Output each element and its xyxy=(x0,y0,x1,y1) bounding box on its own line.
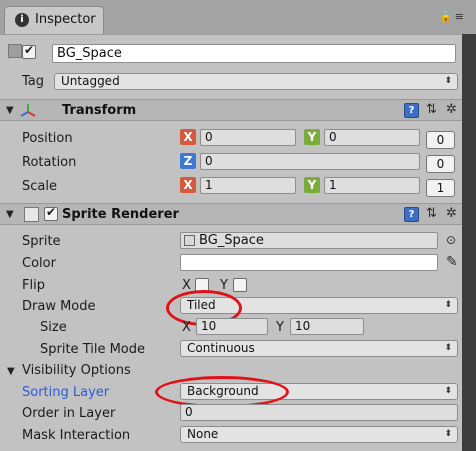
color-label: Color xyxy=(22,256,56,271)
scrollbar[interactable] xyxy=(462,34,476,451)
position-label: Position xyxy=(22,131,73,146)
gameobject-icon xyxy=(8,44,22,58)
scale-y-field[interactable]: 1 xyxy=(324,177,420,194)
eyedropper-icon[interactable]: ✎ xyxy=(446,254,458,270)
gear-icon[interactable]: ✲ xyxy=(446,102,457,117)
mask-interaction-value: None xyxy=(187,427,219,441)
scale-z-field[interactable]: 1 xyxy=(426,179,455,197)
tag-dropdown[interactable]: Untagged ⬍ xyxy=(54,73,458,90)
order-in-layer-label: Order in Layer xyxy=(22,406,116,421)
sprite-tile-mode-value: Continuous xyxy=(187,341,255,355)
flip-x-checkbox[interactable] xyxy=(195,278,209,292)
rotation-extra-field[interactable]: 0 xyxy=(426,155,455,173)
sprite-renderer-title: Sprite Renderer xyxy=(62,207,179,222)
size-x-field[interactable]: 10 xyxy=(196,318,268,335)
size-y-label: Y xyxy=(276,320,284,335)
sorting-layer-label: Sorting Layer xyxy=(22,385,110,400)
scale-x-axis-label: X xyxy=(180,177,196,193)
scale-x-field[interactable]: 1 xyxy=(200,177,296,194)
sprite-renderer-enabled-checkbox[interactable] xyxy=(44,205,58,221)
dropdown-arrow-icon: ⬍ xyxy=(444,429,452,439)
sprite-renderer-icon xyxy=(24,207,39,222)
gear-icon[interactable]: ✲ xyxy=(446,206,457,221)
sorting-layer-dropdown[interactable]: Background ⬍ xyxy=(180,383,458,400)
sprite-asset-icon xyxy=(184,235,195,246)
mask-interaction-dropdown[interactable]: None ⬍ xyxy=(180,426,458,443)
tab-inspector[interactable]: i Inspector xyxy=(4,6,104,34)
preset-icon[interactable]: ⇅ xyxy=(426,206,437,221)
dropdown-arrow-icon: ⬍ xyxy=(444,300,452,310)
visibility-foldout-arrow-icon[interactable]: ▼ xyxy=(7,366,15,377)
mask-interaction-label: Mask Interaction xyxy=(22,428,131,443)
size-y-field[interactable]: 10 xyxy=(290,318,364,335)
info-icon: i xyxy=(15,13,29,27)
position-x-field[interactable]: 0 xyxy=(200,129,296,146)
position-z-field[interactable]: 0 xyxy=(426,131,455,149)
gameobject-name-field[interactable]: BG_Space xyxy=(52,44,456,63)
rotation-label: Rotation xyxy=(22,155,77,170)
order-in-layer-field[interactable]: 0 xyxy=(180,404,458,421)
draw-mode-label: Draw Mode xyxy=(22,299,96,314)
scale-label: Scale xyxy=(22,179,57,194)
sprite-tile-mode-label: Sprite Tile Mode xyxy=(40,342,146,357)
sprite-object-field[interactable]: BG_Space xyxy=(180,232,438,249)
flip-label: Flip xyxy=(22,278,45,293)
gameobject-active-checkbox[interactable] xyxy=(22,43,36,59)
help-icon[interactable]: ? xyxy=(404,103,419,118)
sprite-label: Sprite xyxy=(22,234,61,249)
transform-icon xyxy=(20,104,36,117)
transform-title: Transform xyxy=(62,103,137,118)
dropdown-arrow-icon: ⬍ xyxy=(444,386,452,396)
transform-header[interactable]: ▼ Transform ? ⇅ ✲ xyxy=(0,99,462,121)
dropdown-arrow-icon: ⬍ xyxy=(444,76,452,86)
tab-title: Inspector xyxy=(35,12,96,27)
rotation-z-field[interactable]: 0 xyxy=(200,153,420,170)
tab-bar: i Inspector 🔒≡ xyxy=(0,0,476,34)
sprite-value: BG_Space xyxy=(199,233,264,248)
scale-y-axis-label: Y xyxy=(304,177,320,193)
position-x-axis-label: X xyxy=(180,129,196,145)
dropdown-arrow-icon: ⬍ xyxy=(444,343,452,353)
flip-y-label: Y xyxy=(220,278,228,293)
draw-mode-dropdown[interactable]: Tiled ⬍ xyxy=(180,297,458,314)
flip-x-label: X xyxy=(182,278,191,293)
size-x-label: X xyxy=(182,320,191,335)
position-y-field[interactable]: 0 xyxy=(324,129,420,146)
foldout-arrow-icon[interactable]: ▼ xyxy=(6,105,14,116)
sprite-renderer-header[interactable]: ▼ Sprite Renderer ? ⇅ ✲ xyxy=(0,203,462,225)
color-field[interactable] xyxy=(180,254,438,271)
help-icon[interactable]: ? xyxy=(404,207,419,222)
tag-value: Untagged xyxy=(61,74,120,88)
position-y-axis-label: Y xyxy=(304,129,320,145)
flip-y-checkbox[interactable] xyxy=(233,278,247,292)
sorting-layer-value: Background xyxy=(187,384,259,398)
object-picker-icon[interactable]: ⊙ xyxy=(446,233,456,247)
rotation-z-axis-label: Z xyxy=(180,153,196,169)
visibility-options-label[interactable]: Visibility Options xyxy=(22,363,131,378)
sprite-tile-mode-dropdown[interactable]: Continuous ⬍ xyxy=(180,340,458,357)
preset-icon[interactable]: ⇅ xyxy=(426,102,437,117)
draw-mode-value: Tiled xyxy=(187,298,216,312)
foldout-arrow-icon[interactable]: ▼ xyxy=(6,209,14,220)
size-label: Size xyxy=(40,320,67,335)
tag-label: Tag xyxy=(22,74,45,89)
lock-and-menu-icons[interactable]: 🔒≡ xyxy=(439,10,466,23)
